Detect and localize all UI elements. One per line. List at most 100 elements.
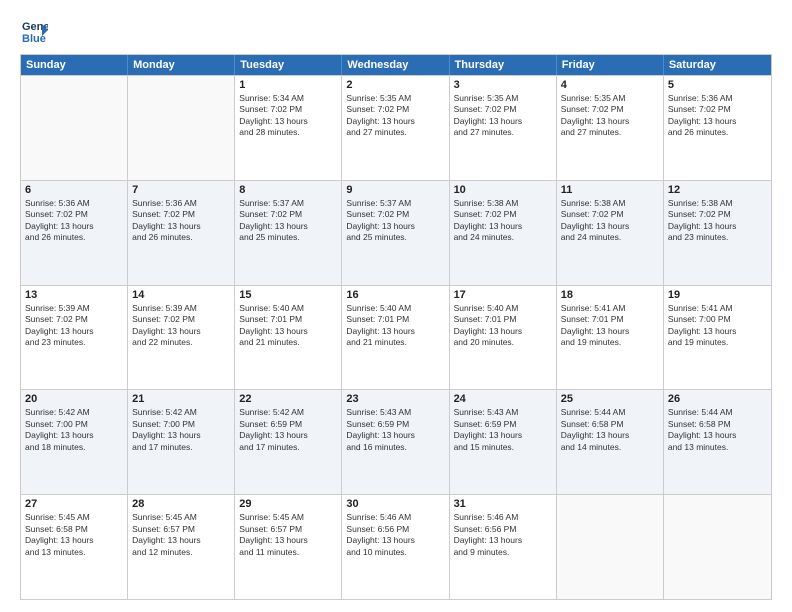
day-number: 13 — [25, 289, 123, 301]
day-info: Sunrise: 5:40 AM Sunset: 7:01 PM Dayligh… — [346, 303, 444, 349]
day-info: Sunrise: 5:37 AM Sunset: 7:02 PM Dayligh… — [239, 198, 337, 244]
day-cell-13: 13Sunrise: 5:39 AM Sunset: 7:02 PM Dayli… — [21, 286, 128, 390]
day-number: 21 — [132, 393, 230, 405]
day-header-thursday: Thursday — [450, 55, 557, 75]
day-info: Sunrise: 5:45 AM Sunset: 6:57 PM Dayligh… — [132, 512, 230, 558]
day-number: 3 — [454, 79, 552, 91]
day-cell-11: 11 Sunrise: 5:38 AM Sunset: 7:02 PM Dayli… — [557, 181, 664, 285]
day-cell-6: 6 Sunrise: 5:36 AM Sunset: 7:02 PM Daylig… — [21, 181, 128, 285]
day-cell-4: 4Sunrise: 5:35 AM Sunset: 7:02 PM Daylig… — [557, 76, 664, 180]
day-info: Sunrise: 5:42 AM Sunset: 7:00 PM Dayligh… — [25, 407, 123, 453]
calendar-row-1: 1 Sunrise: 5:34 AM Sunset: 7:02 PM Daylig… — [21, 75, 771, 180]
calendar-row-5: 27Sunrise: 5:45 AM Sunset: 6:58 PM Dayli… — [21, 494, 771, 599]
calendar: SundayMondayTuesdayWednesdayThursdayFrid… — [20, 54, 772, 600]
day-info: Sunrise: 5:45 AM Sunset: 6:57 PM Dayligh… — [239, 512, 337, 558]
day-cell-10: 10Sunrise: 5:38 AM Sunset: 7:02 PM Dayli… — [450, 181, 557, 285]
day-number: 7 — [132, 184, 230, 196]
day-info: Sunrise: 5:34 AM Sunset: 7:02 PM Dayligh… — [239, 93, 337, 139]
day-number: 12 — [668, 184, 767, 196]
day-number: 1 — [239, 79, 337, 91]
day-info: Sunrise: 5:38 AM Sunset: 7:02 PM Dayligh… — [561, 198, 659, 244]
day-info: Sunrise: 5:46 AM Sunset: 6:56 PM Dayligh… — [454, 512, 552, 558]
day-number: 10 — [454, 184, 552, 196]
day-info: Sunrise: 5:35 AM Sunset: 7:02 PM Dayligh… — [346, 93, 444, 139]
day-number: 2 — [346, 79, 444, 91]
logo: General Blue — [20, 16, 52, 44]
calendar-row-3: 13Sunrise: 5:39 AM Sunset: 7:02 PM Dayli… — [21, 285, 771, 390]
empty-cell — [557, 495, 664, 599]
day-cell-21: 21 Sunrise: 5:42 AM Sunset: 7:00 PM Dayli… — [128, 390, 235, 494]
day-number: 15 — [239, 289, 337, 301]
day-number: 19 — [668, 289, 767, 301]
day-info: Sunrise: 5:38 AM Sunset: 7:02 PM Dayligh… — [668, 198, 767, 244]
calendar-body: 1 Sunrise: 5:34 AM Sunset: 7:02 PM Daylig… — [21, 75, 771, 599]
day-info: Sunrise: 5:35 AM Sunset: 7:02 PM Dayligh… — [561, 93, 659, 139]
empty-cell — [664, 495, 771, 599]
day-number: 6 — [25, 184, 123, 196]
day-info: Sunrise: 5:35 AM Sunset: 7:02 PM Dayligh… — [454, 93, 552, 139]
page: General Blue SundayMondayTuesdayWednesda… — [0, 0, 792, 612]
calendar-header: SundayMondayTuesdayWednesdayThursdayFrid… — [21, 55, 771, 75]
day-number: 29 — [239, 498, 337, 510]
day-number: 25 — [561, 393, 659, 405]
day-number: 17 — [454, 289, 552, 301]
day-number: 30 — [346, 498, 444, 510]
logo-icon: General Blue — [20, 16, 48, 44]
day-number: 14 — [132, 289, 230, 301]
day-cell-22: 22 Sunrise: 5:42 AM Sunset: 6:59 PM Dayli… — [235, 390, 342, 494]
day-cell-16: 16 Sunrise: 5:40 AM Sunset: 7:01 PM Dayli… — [342, 286, 449, 390]
day-cell-17: 17 Sunrise: 5:40 AM Sunset: 7:01 PM Dayli… — [450, 286, 557, 390]
empty-cell — [21, 76, 128, 180]
day-cell-1: 1 Sunrise: 5:34 AM Sunset: 7:02 PM Daylig… — [235, 76, 342, 180]
day-cell-23: 23 Sunrise: 5:43 AM Sunset: 6:59 PM Dayli… — [342, 390, 449, 494]
day-cell-5: 5Sunrise: 5:36 AM Sunset: 7:02 PM Daylig… — [664, 76, 771, 180]
day-info: Sunrise: 5:37 AM Sunset: 7:02 PM Dayligh… — [346, 198, 444, 244]
day-info: Sunrise: 5:46 AM Sunset: 6:56 PM Dayligh… — [346, 512, 444, 558]
day-info: Sunrise: 5:42 AM Sunset: 6:59 PM Dayligh… — [239, 407, 337, 453]
day-cell-28: 28 Sunrise: 5:45 AM Sunset: 6:57 PM Dayli… — [128, 495, 235, 599]
day-cell-26: 26Sunrise: 5:44 AM Sunset: 6:58 PM Dayli… — [664, 390, 771, 494]
day-info: Sunrise: 5:40 AM Sunset: 7:01 PM Dayligh… — [454, 303, 552, 349]
day-info: Sunrise: 5:41 AM Sunset: 7:01 PM Dayligh… — [561, 303, 659, 349]
day-info: Sunrise: 5:36 AM Sunset: 7:02 PM Dayligh… — [132, 198, 230, 244]
day-number: 22 — [239, 393, 337, 405]
day-number: 31 — [454, 498, 552, 510]
day-info: Sunrise: 5:43 AM Sunset: 6:59 PM Dayligh… — [454, 407, 552, 453]
day-cell-25: 25 Sunrise: 5:44 AM Sunset: 6:58 PM Dayli… — [557, 390, 664, 494]
day-cell-9: 9Sunrise: 5:37 AM Sunset: 7:02 PM Daylig… — [342, 181, 449, 285]
day-cell-18: 18 Sunrise: 5:41 AM Sunset: 7:01 PM Dayli… — [557, 286, 664, 390]
day-number: 24 — [454, 393, 552, 405]
day-info: Sunrise: 5:36 AM Sunset: 7:02 PM Dayligh… — [668, 93, 767, 139]
day-header-wednesday: Wednesday — [342, 55, 449, 75]
day-number: 8 — [239, 184, 337, 196]
day-cell-2: 2 Sunrise: 5:35 AM Sunset: 7:02 PM Daylig… — [342, 76, 449, 180]
day-cell-31: 31 Sunrise: 5:46 AM Sunset: 6:56 PM Dayli… — [450, 495, 557, 599]
day-header-sunday: Sunday — [21, 55, 128, 75]
day-cell-15: 15Sunrise: 5:40 AM Sunset: 7:01 PM Dayli… — [235, 286, 342, 390]
day-cell-8: 8 Sunrise: 5:37 AM Sunset: 7:02 PM Daylig… — [235, 181, 342, 285]
day-number: 18 — [561, 289, 659, 301]
day-info: Sunrise: 5:42 AM Sunset: 7:00 PM Dayligh… — [132, 407, 230, 453]
day-number: 16 — [346, 289, 444, 301]
day-header-friday: Friday — [557, 55, 664, 75]
day-number: 28 — [132, 498, 230, 510]
day-cell-29: 29 Sunrise: 5:45 AM Sunset: 6:57 PM Dayli… — [235, 495, 342, 599]
day-header-monday: Monday — [128, 55, 235, 75]
day-header-tuesday: Tuesday — [235, 55, 342, 75]
day-cell-7: 7 Sunrise: 5:36 AM Sunset: 7:02 PM Daylig… — [128, 181, 235, 285]
day-cell-30: 30 Sunrise: 5:46 AM Sunset: 6:56 PM Dayli… — [342, 495, 449, 599]
day-number: 27 — [25, 498, 123, 510]
day-cell-14: 14Sunrise: 5:39 AM Sunset: 7:02 PM Dayli… — [128, 286, 235, 390]
empty-cell — [128, 76, 235, 180]
calendar-row-2: 6 Sunrise: 5:36 AM Sunset: 7:02 PM Daylig… — [21, 180, 771, 285]
day-info: Sunrise: 5:44 AM Sunset: 6:58 PM Dayligh… — [561, 407, 659, 453]
day-header-saturday: Saturday — [664, 55, 771, 75]
day-cell-20: 20Sunrise: 5:42 AM Sunset: 7:00 PM Dayli… — [21, 390, 128, 494]
day-info: Sunrise: 5:36 AM Sunset: 7:02 PM Dayligh… — [25, 198, 123, 244]
day-number: 23 — [346, 393, 444, 405]
day-number: 11 — [561, 184, 659, 196]
day-cell-27: 27Sunrise: 5:45 AM Sunset: 6:58 PM Dayli… — [21, 495, 128, 599]
day-info: Sunrise: 5:44 AM Sunset: 6:58 PM Dayligh… — [668, 407, 767, 453]
day-info: Sunrise: 5:41 AM Sunset: 7:00 PM Dayligh… — [668, 303, 767, 349]
day-info: Sunrise: 5:43 AM Sunset: 6:59 PM Dayligh… — [346, 407, 444, 453]
